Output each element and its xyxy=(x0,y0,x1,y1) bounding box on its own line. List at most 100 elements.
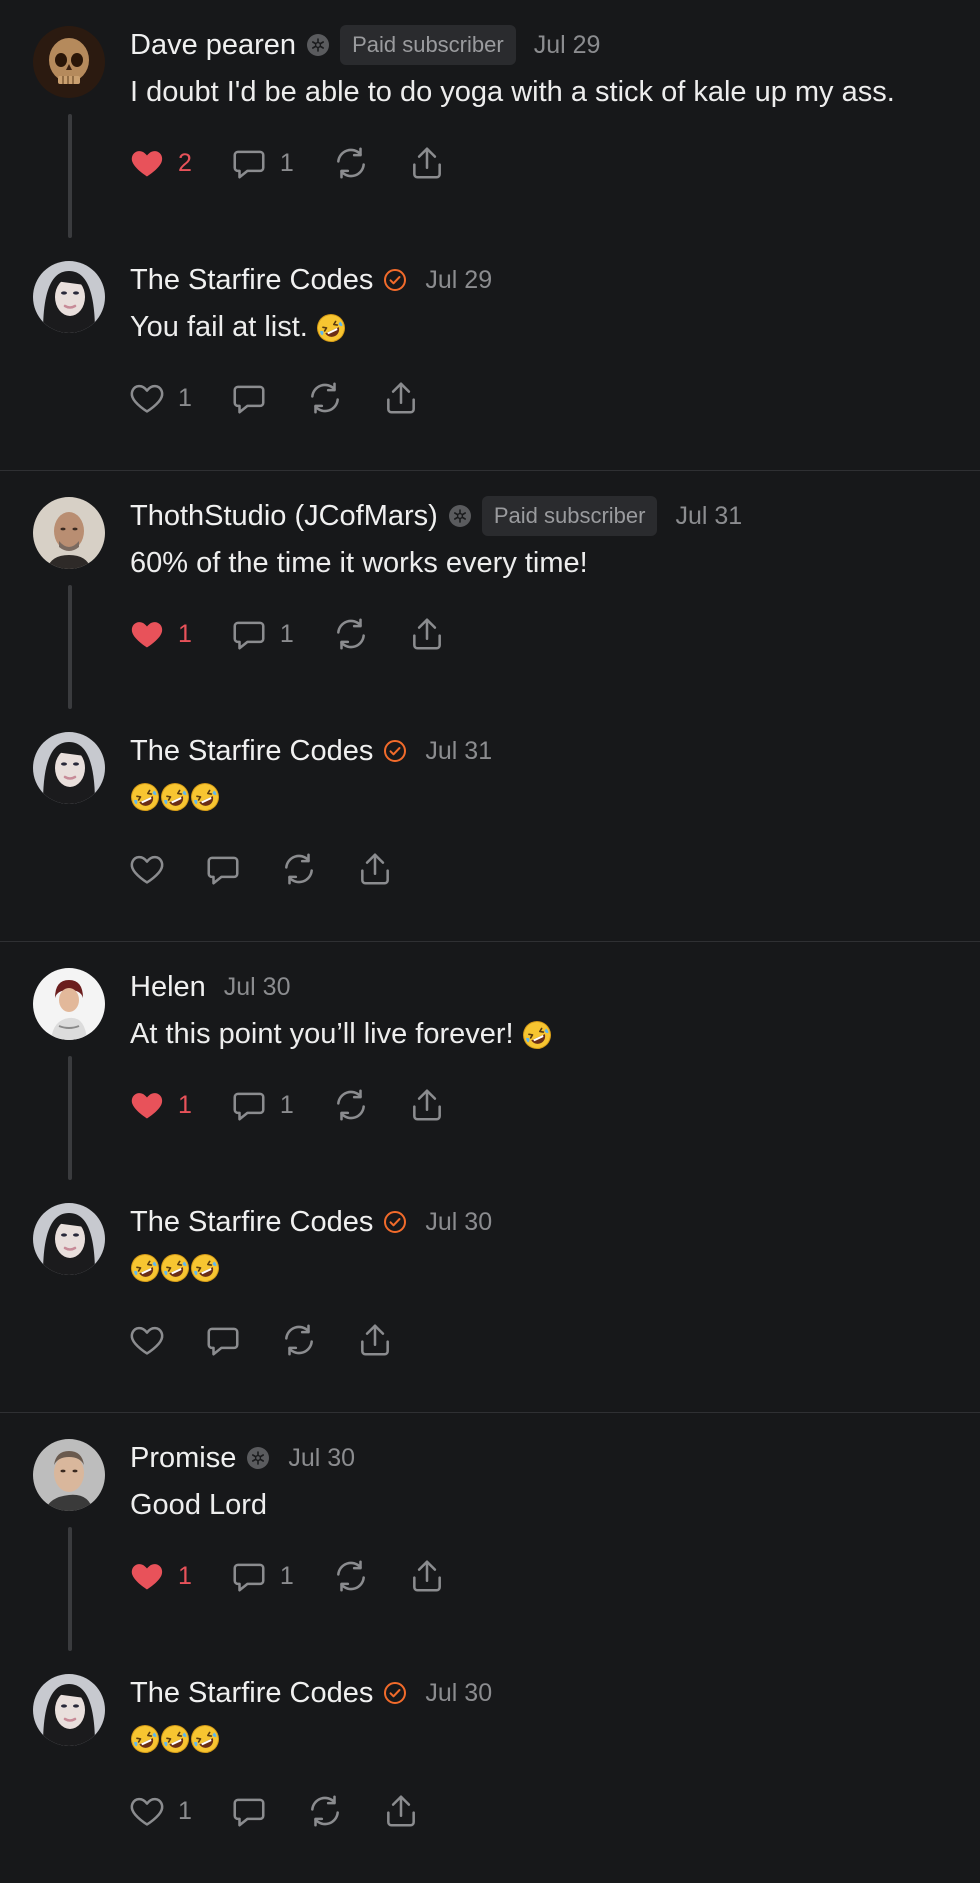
author-name[interactable]: The Starfire Codes xyxy=(130,735,373,768)
restack-icon xyxy=(306,379,344,417)
comment-icon xyxy=(230,144,268,182)
avatar[interactable] xyxy=(33,1203,105,1275)
reply-button[interactable] xyxy=(230,1792,268,1830)
share-button[interactable] xyxy=(408,144,446,182)
author-name[interactable]: Promise xyxy=(130,1442,236,1475)
verified-badge-icon xyxy=(383,268,407,292)
like-button[interactable]: 1 xyxy=(128,1557,192,1595)
restack-button[interactable] xyxy=(280,850,318,888)
rofl-emoji xyxy=(190,1253,220,1283)
reply-count: 1 xyxy=(279,148,294,177)
like-count: 1 xyxy=(178,1090,192,1119)
author-name[interactable]: The Starfire Codes xyxy=(130,264,373,297)
rofl-emoji xyxy=(160,1253,190,1283)
like-button[interactable] xyxy=(128,1321,166,1359)
comment-icon xyxy=(230,379,268,417)
rofl-emoji xyxy=(190,782,220,812)
like-button[interactable]: 1 xyxy=(128,615,192,653)
rofl-emoji xyxy=(130,1253,160,1283)
like-button[interactable]: 1 xyxy=(128,379,192,417)
comment-date[interactable]: Jul 31 xyxy=(675,502,742,531)
avatar[interactable] xyxy=(33,968,105,1040)
comment-header: The Starfire Codes Jul 30 xyxy=(130,1203,492,1241)
author-name[interactable]: The Starfire Codes xyxy=(130,1206,373,1239)
reply-count: 1 xyxy=(279,1090,294,1119)
comment-actions: 1 xyxy=(128,1791,458,1831)
avatar[interactable] xyxy=(33,732,105,804)
share-button[interactable] xyxy=(382,1792,420,1830)
restack-button[interactable] xyxy=(332,144,370,182)
rofl-emoji xyxy=(160,1724,190,1754)
like-count: 1 xyxy=(178,1561,192,1590)
reply-button[interactable] xyxy=(204,850,242,888)
like-button[interactable]: 1 xyxy=(128,1792,192,1830)
comments-list: Dave pearen Paid subscriber Jul 29 I doubt … xyxy=(0,0,980,1883)
heart-icon xyxy=(128,379,166,417)
author-name[interactable]: The Starfire Codes xyxy=(130,1677,373,1710)
heart-icon xyxy=(128,1086,166,1124)
restack-icon xyxy=(280,1321,318,1359)
comment-text: Good Lord xyxy=(130,1489,267,1522)
restack-button[interactable] xyxy=(306,1792,344,1830)
comment-thread: Dave pearen Paid subscriber Jul 29 I doubt … xyxy=(0,0,980,470)
restack-button[interactable] xyxy=(280,1321,318,1359)
comment-date[interactable]: Jul 30 xyxy=(425,1679,492,1708)
reply-button[interactable]: 1 xyxy=(230,1557,294,1595)
restack-button[interactable] xyxy=(332,615,370,653)
comment-text: 60% of the time it works every time! xyxy=(130,547,588,580)
restack-icon xyxy=(332,1086,370,1124)
like-button[interactable]: 2 xyxy=(128,144,192,182)
restack-button[interactable] xyxy=(306,379,344,417)
author-name[interactable]: ThothStudio (JCofMars) xyxy=(130,500,438,533)
comment-text: You fail at list. xyxy=(130,311,346,344)
comment-actions: 21 xyxy=(128,143,484,183)
restack-button[interactable] xyxy=(332,1086,370,1124)
comment-header: Promise Jul 30 xyxy=(130,1439,355,1477)
heart-icon xyxy=(128,1792,166,1830)
restack-button[interactable] xyxy=(332,1557,370,1595)
avatar[interactable] xyxy=(33,261,105,333)
reply-button[interactable]: 1 xyxy=(230,144,294,182)
reply-button[interactable] xyxy=(230,379,268,417)
avatar[interactable] xyxy=(33,497,105,569)
reply-button[interactable]: 1 xyxy=(230,1086,294,1124)
comment-date[interactable]: Jul 29 xyxy=(534,31,601,60)
comment-text xyxy=(130,1253,220,1283)
share-button[interactable] xyxy=(382,379,420,417)
subscriber-badge-icon xyxy=(306,33,330,57)
comment-thread: ThothStudio (JCofMars) Paid subscriber Jul… xyxy=(0,470,980,941)
comment-header: The Starfire Codes Jul 30 xyxy=(130,1674,492,1712)
author-name[interactable]: Helen xyxy=(130,971,206,1004)
share-button[interactable] xyxy=(408,1086,446,1124)
restack-icon xyxy=(332,144,370,182)
share-button[interactable] xyxy=(356,1321,394,1359)
comment-icon xyxy=(230,1792,268,1830)
comment-date[interactable]: Jul 29 xyxy=(425,266,492,295)
avatar[interactable] xyxy=(33,1674,105,1746)
thread-line xyxy=(68,585,72,709)
like-button[interactable]: 1 xyxy=(128,1086,192,1124)
reply-button[interactable]: 1 xyxy=(230,615,294,653)
comment-actions: 11 xyxy=(128,1556,484,1596)
comment-date[interactable]: Jul 30 xyxy=(425,1208,492,1237)
rofl-emoji xyxy=(130,782,160,812)
avatar[interactable] xyxy=(33,1439,105,1511)
rofl-emoji xyxy=(130,1724,160,1754)
like-count: 1 xyxy=(178,383,192,412)
avatar[interactable] xyxy=(33,26,105,98)
heart-icon xyxy=(128,615,166,653)
comment-text-content: 60% of the time it works every time! xyxy=(130,547,588,579)
share-icon xyxy=(408,144,446,182)
author-name[interactable]: Dave pearen xyxy=(130,29,296,62)
comment-date[interactable]: Jul 30 xyxy=(224,973,291,1002)
share-button[interactable] xyxy=(408,1557,446,1595)
share-button[interactable] xyxy=(356,850,394,888)
comment: ThothStudio (JCofMars) Paid subscriber Jul… xyxy=(0,471,980,709)
like-button[interactable] xyxy=(128,850,166,888)
reply-button[interactable] xyxy=(204,1321,242,1359)
comment-date[interactable]: Jul 30 xyxy=(288,1444,355,1473)
share-button[interactable] xyxy=(408,615,446,653)
comment-date[interactable]: Jul 31 xyxy=(425,737,492,766)
like-count: 1 xyxy=(178,619,192,648)
rofl-emoji xyxy=(522,1020,552,1050)
